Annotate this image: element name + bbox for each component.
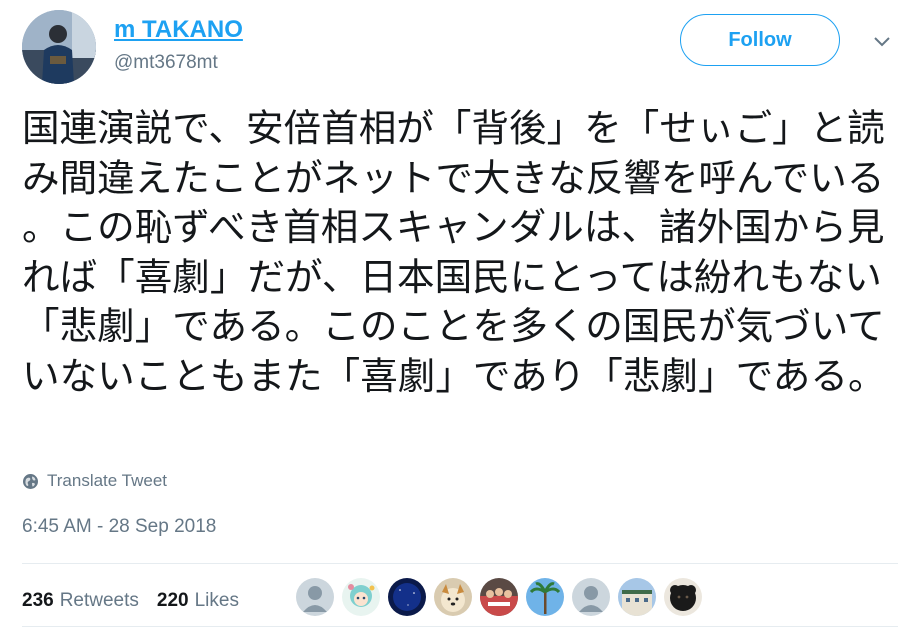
liker-avatar[interactable] xyxy=(526,578,564,616)
divider-top xyxy=(22,563,898,564)
likes-count: 220 xyxy=(156,590,189,611)
tweet-header: m TAKANO @mt3678mt Follow xyxy=(22,10,898,84)
translate-label: Translate Tweet xyxy=(47,471,168,490)
liker-avatar[interactable] xyxy=(296,578,334,616)
liker-avatar[interactable] xyxy=(342,578,380,616)
liker-avatars xyxy=(296,578,710,618)
follow-button[interactable]: Follow xyxy=(680,14,840,66)
dog-avatar-icon xyxy=(434,578,472,616)
default-profile-icon xyxy=(572,578,610,616)
user-display-name[interactable]: m TAKANO xyxy=(114,16,243,44)
building-icon xyxy=(618,578,656,616)
liker-avatar[interactable] xyxy=(388,578,426,616)
retweets-stat[interactable]: 236 Retweets xyxy=(22,590,139,612)
avatar-image xyxy=(22,10,96,84)
translate-tweet-link[interactable]: Translate Tweet xyxy=(22,470,167,492)
night-sky-icon xyxy=(388,578,426,616)
tweet-text: 国連演説で、安倍首相が「背後」を「せぃご」と読み間違えたことがネットで大きな反響… xyxy=(22,106,886,398)
divider-bottom xyxy=(22,626,898,627)
tweet-timestamp[interactable]: 6:45 AM - 28 Sep 2018 xyxy=(22,516,216,538)
anime-avatar-icon xyxy=(342,578,380,616)
liker-avatar[interactable] xyxy=(572,578,610,616)
liker-avatar[interactable] xyxy=(480,578,518,616)
group-photo-icon xyxy=(480,578,518,616)
user-avatar[interactable] xyxy=(22,10,96,84)
globe-icon xyxy=(23,473,38,489)
palm-tree-icon xyxy=(526,578,564,616)
liker-avatar[interactable] xyxy=(434,578,472,616)
tweet-stats: 236 Retweets 220 Likes xyxy=(22,588,257,614)
liker-avatar[interactable] xyxy=(664,578,702,616)
retweets-label: Retweets xyxy=(59,590,139,611)
chevron-down-icon[interactable] xyxy=(872,34,892,48)
black-dog-icon xyxy=(664,578,702,616)
liker-avatar[interactable] xyxy=(618,578,656,616)
user-screen-name[interactable]: @mt3678mt xyxy=(114,52,218,74)
default-profile-icon xyxy=(296,578,334,616)
likes-stat[interactable]: 220 Likes xyxy=(157,590,239,612)
retweets-count: 236 xyxy=(22,590,54,611)
likes-label: Likes xyxy=(194,590,239,611)
